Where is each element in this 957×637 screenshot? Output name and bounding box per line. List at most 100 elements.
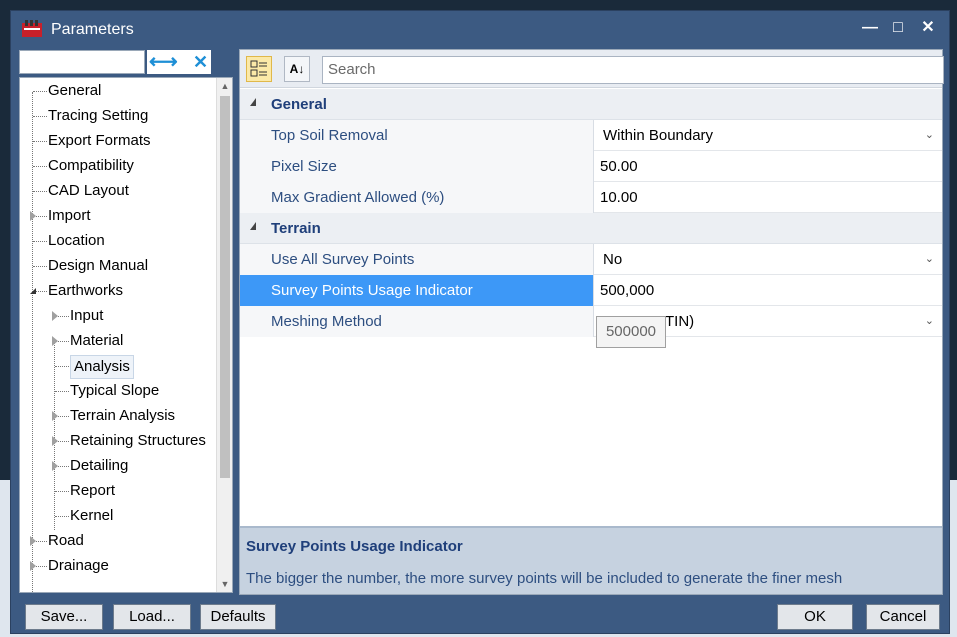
chevron-down-icon[interactable]: ⌄ (925, 244, 934, 275)
property-value-input[interactable]: 500,000 (595, 275, 942, 306)
property-value-text: 50.00 (600, 158, 638, 175)
property-value-text: 10.00 (600, 189, 638, 206)
tree-scrollbar[interactable]: ▲ ▼ (216, 78, 232, 592)
categorized-view-button[interactable] (246, 56, 272, 82)
property-row[interactable]: Survey Points Usage Indicator 500,000 (240, 275, 942, 306)
property-value-dropdown[interactable]: Within Boundary ⌄ (595, 120, 942, 151)
dialog-body: ⟷ ✕ General Tracing Setting Export Formats… (17, 47, 944, 630)
property-value-input[interactable]: 10.00 (595, 182, 942, 213)
collapsed-arrow-icon[interactable] (30, 536, 36, 546)
tree-item-label: Export Formats (48, 132, 151, 149)
property-row[interactable]: Meshing Method TIN) ⌄ (240, 306, 942, 337)
cancel-button[interactable]: Cancel (866, 604, 940, 630)
scroll-down-arrow-icon[interactable]: ▼ (217, 576, 232, 592)
property-name[interactable]: Max Gradient Allowed (%) (240, 182, 594, 213)
tree-item-label: Retaining Structures (70, 432, 206, 449)
tree-item-label: Compatibility (48, 157, 134, 174)
property-name[interactable]: Pixel Size (240, 151, 594, 182)
description-panel: Survey Points Usage Indicator The bigger… (240, 526, 942, 594)
scroll-up-arrow-icon[interactable]: ▲ (217, 78, 232, 94)
tree-connector (33, 191, 47, 192)
category-row[interactable]: Terrain (240, 213, 942, 244)
tree-item-label: Location (48, 232, 105, 249)
expand-collapse-icon[interactable]: ⟷ (149, 50, 178, 74)
collapsed-arrow-icon[interactable] (52, 461, 58, 471)
collapsed-arrow-icon[interactable] (52, 436, 58, 446)
property-name[interactable]: Top Soil Removal (240, 120, 594, 151)
property-row[interactable]: Pixel Size 50.00 (240, 151, 942, 182)
property-name[interactable]: Survey Points Usage Indicator (240, 275, 594, 306)
app-logo-icon (22, 20, 42, 37)
collapse-category-icon[interactable] (250, 98, 256, 106)
scroll-thumb[interactable] (220, 96, 230, 478)
property-row[interactable]: Max Gradient Allowed (%) 10.00 (240, 182, 942, 213)
tree-connector (33, 116, 47, 117)
tree-connector (33, 91, 47, 92)
ok-button[interactable]: OK (777, 604, 853, 630)
tree-item-label: Input (70, 307, 104, 324)
tree-connector (33, 241, 47, 242)
chevron-down-icon[interactable]: ⌄ (925, 306, 934, 337)
collapsed-arrow-icon[interactable] (30, 561, 36, 571)
tree-connector (55, 516, 69, 517)
property-grid: General Top Soil Removal Within Boundary ⌄ P… (240, 89, 942, 337)
property-toolbar: A↓ Search (240, 50, 944, 88)
sort-alphabetical-button[interactable]: A↓ (284, 56, 310, 82)
property-row[interactable]: Top Soil Removal Within Boundary ⌄ (240, 120, 942, 151)
property-value-input[interactable]: 50.00 (595, 151, 942, 182)
tree-search-input[interactable] (19, 50, 145, 74)
tree-item-label: Earthworks (48, 282, 124, 299)
tree-item-label: Report (70, 482, 116, 499)
tree-guide-line (54, 340, 55, 530)
description-text: The bigger the number, the more survey p… (246, 570, 843, 587)
property-value-text: No (603, 251, 623, 268)
sort-az-icon: A↓ (289, 62, 305, 76)
tree-connector (33, 166, 47, 167)
property-value-text: TIN) (665, 313, 695, 330)
category-label: Terrain (271, 220, 321, 237)
tree-item-label: Detailing (70, 457, 129, 474)
title-bar[interactable]: Parameters — □ ✕ (11, 11, 949, 47)
tree-item-label: Design Manual (48, 257, 149, 274)
collapse-category-icon[interactable] (250, 222, 256, 230)
category-label: General (271, 96, 327, 113)
property-name[interactable]: Meshing Method (240, 306, 594, 337)
parameters-dialog: Parameters — □ ✕ ⟷ ✕ General Tracing Sett… (10, 10, 950, 634)
property-row[interactable]: Use All Survey Points No ⌄ (240, 244, 942, 275)
category-tree[interactable]: General Tracing Setting Export Formats Comp… (19, 77, 233, 593)
tree-connector (55, 491, 69, 492)
tree-item-label: General (48, 82, 102, 99)
property-panel: A↓ Search General Top Soil Removal Within … (239, 49, 944, 595)
property-value-text: Within Boundary (603, 127, 714, 144)
clear-search-icon[interactable]: ✕ (193, 50, 208, 74)
description-title: Survey Points Usage Indicator (246, 538, 463, 555)
categorized-icon (250, 60, 267, 77)
property-value-dropdown[interactable]: No ⌄ (595, 244, 942, 275)
collapsed-arrow-icon[interactable] (52, 336, 58, 346)
category-row[interactable]: General (240, 89, 942, 120)
property-name[interactable]: Use All Survey Points (240, 244, 594, 275)
property-search-input[interactable]: Search (322, 56, 944, 84)
collapsed-arrow-icon[interactable] (52, 311, 58, 321)
load-button[interactable]: Load... (113, 604, 191, 630)
collapsed-arrow-icon[interactable] (52, 411, 58, 421)
close-icon[interactable]: ✕ (917, 17, 939, 39)
tree-item-label: Terrain Analysis (70, 407, 176, 424)
save-button[interactable]: Save... (25, 604, 103, 630)
expanded-arrow-icon[interactable] (30, 288, 36, 294)
property-value-text: 500,000 (600, 282, 655, 299)
tree-connector (33, 141, 47, 142)
tree-item-label: Road (48, 532, 84, 549)
maximize-icon[interactable]: □ (887, 17, 909, 39)
tree-item-label: Kernel (70, 507, 114, 524)
tree-search-tools: ⟷ ✕ (147, 50, 211, 74)
chevron-down-icon[interactable]: ⌄ (925, 120, 934, 151)
tree-item-label: Tracing Setting (48, 107, 149, 124)
tree-item-label: Material (70, 332, 124, 349)
tree-item-label: Drainage (48, 557, 109, 574)
tree-connector (55, 391, 69, 392)
minimize-icon[interactable]: — (859, 17, 881, 39)
collapsed-arrow-icon[interactable] (30, 211, 36, 221)
tree-connector (33, 266, 47, 267)
defaults-button[interactable]: Defaults (200, 604, 276, 630)
